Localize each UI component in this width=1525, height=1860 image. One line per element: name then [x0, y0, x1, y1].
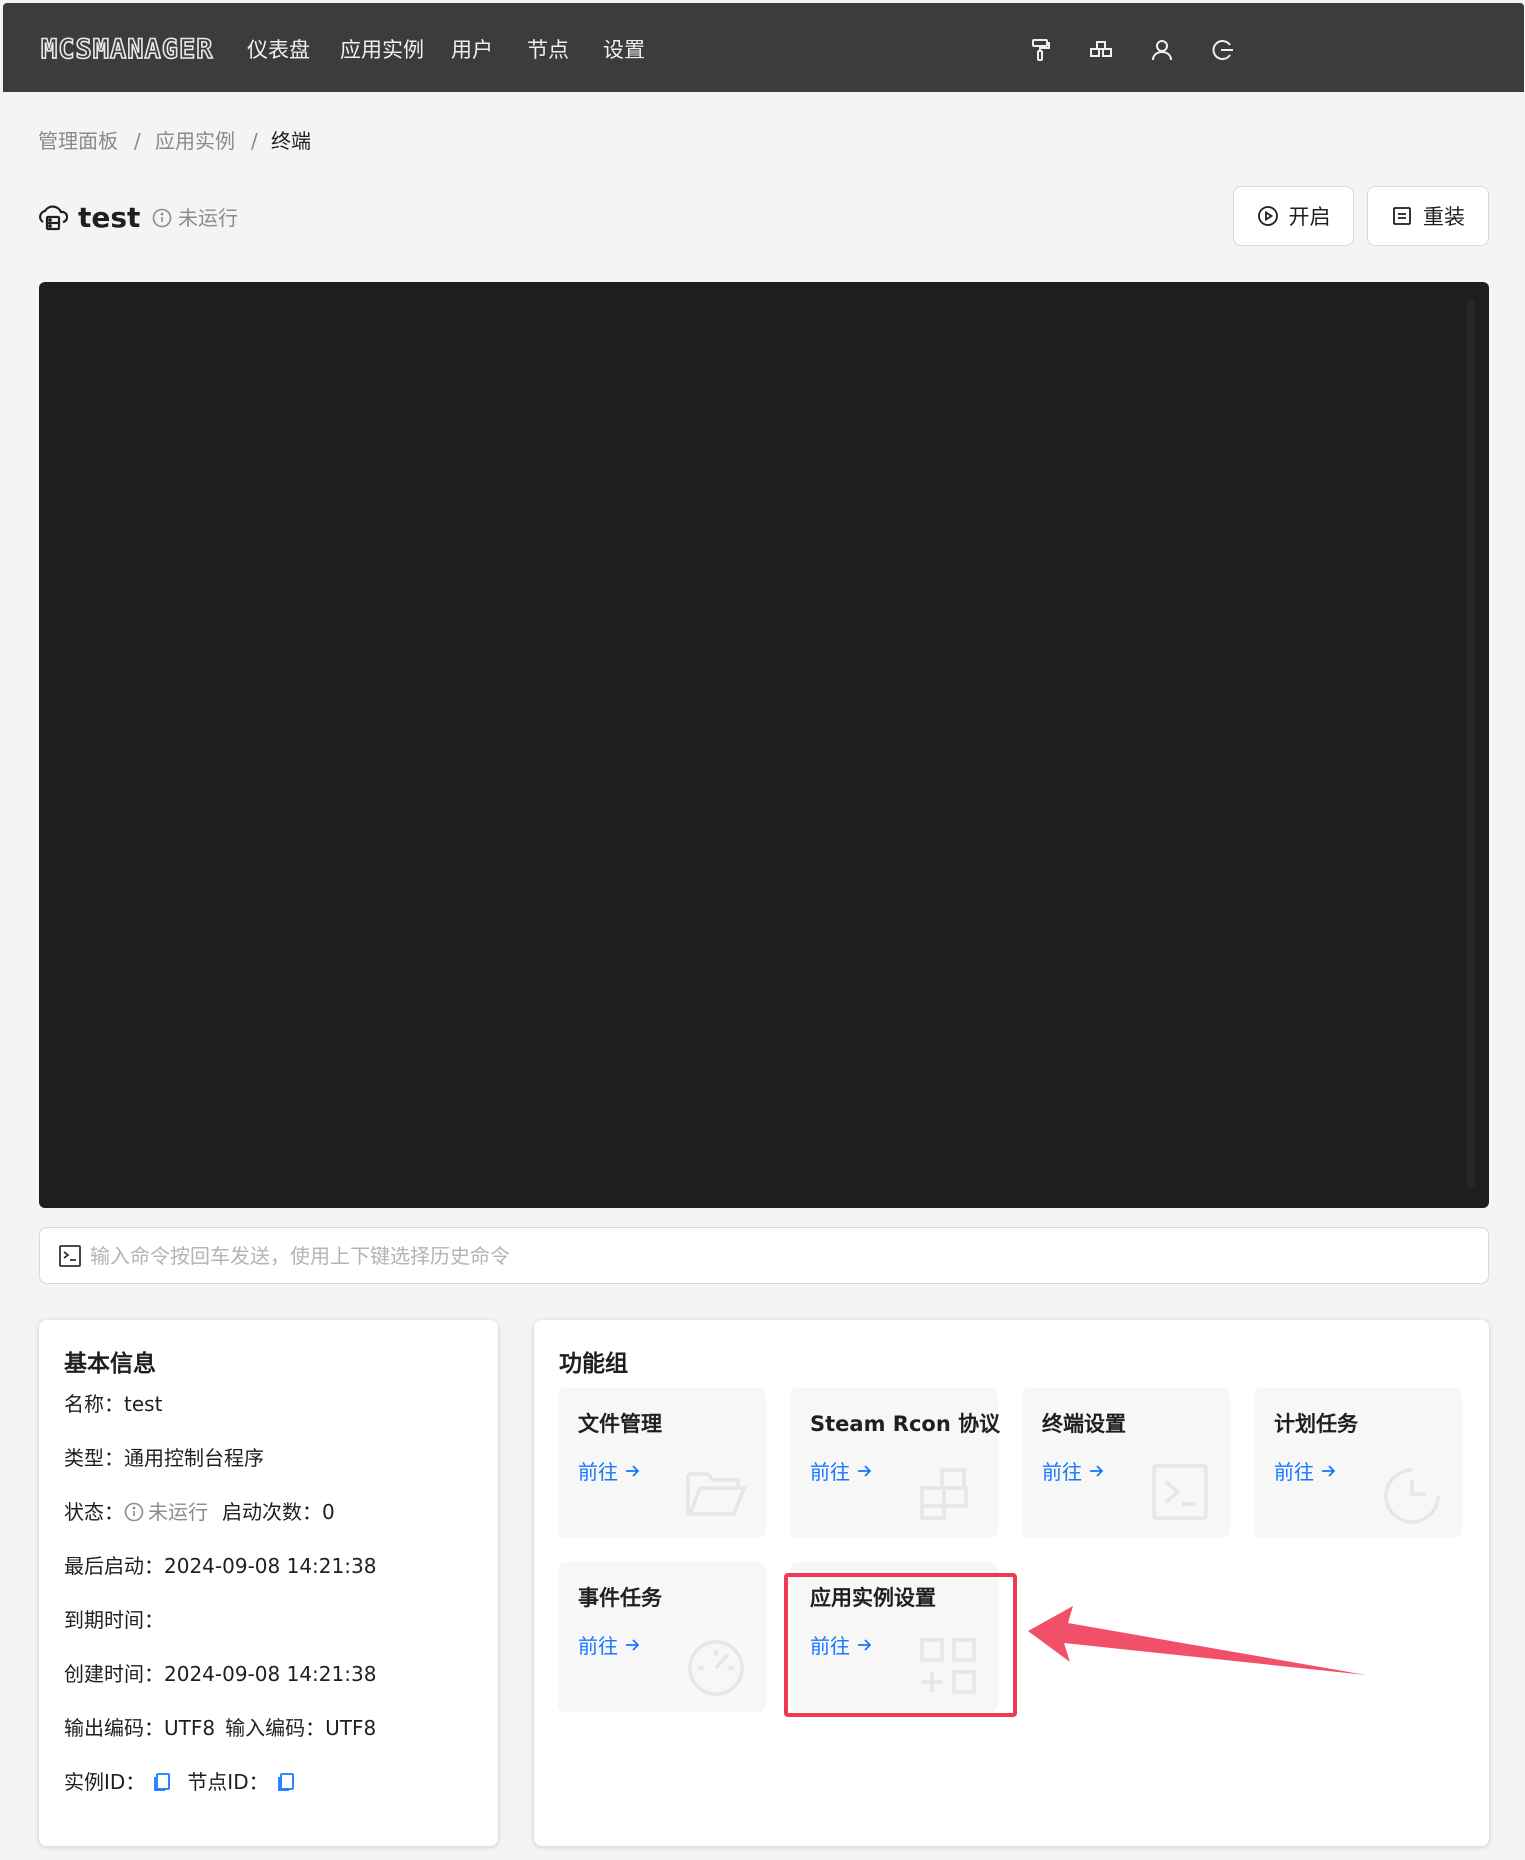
info-name-row: 名称： test: [64, 1390, 162, 1418]
info-encoding-row: 输出编码： UTF8 输入编码： UTF8: [64, 1714, 376, 1742]
terminal-icon: [1152, 1464, 1208, 1520]
paint-roller-icon[interactable]: [1027, 36, 1055, 64]
feature-file-manager[interactable]: 文件管理 前往: [558, 1388, 766, 1538]
copy-node-id-icon[interactable]: [275, 1771, 297, 1793]
info-circle-icon: [152, 208, 172, 228]
breadcrumb-panel[interactable]: 管理面板: [38, 127, 118, 155]
feature-event-tasks[interactable]: 事件任务 前往: [558, 1562, 766, 1712]
annotation-arrow-icon: [1028, 1606, 1366, 1675]
arrow-right-icon: [1322, 1464, 1336, 1477]
instance-status-text: 未运行: [178, 206, 238, 230]
feature-goto-link[interactable]: 前往: [810, 1456, 872, 1485]
nav-users[interactable]: 用户: [451, 33, 493, 67]
info-created-row: 创建时间： 2024-09-08 14:21:38: [64, 1660, 376, 1688]
info-node-id-label: 节点ID：: [187, 1770, 269, 1794]
reinstall-button-label: 重装: [1423, 205, 1465, 229]
folder-icon: [686, 1472, 747, 1516]
arrow-right-icon: [1090, 1464, 1104, 1477]
info-instance-id-label: 实例ID：: [64, 1770, 146, 1794]
info-start-count-value: 0: [322, 1500, 335, 1524]
info-type-label: 类型：: [64, 1446, 124, 1470]
feature-title: 文件管理: [578, 1412, 662, 1436]
basic-info-card: 基本信息 名称： test 类型： 通用控制台程序 状态： 未运行 启动次数： …: [39, 1320, 498, 1846]
feature-goto-link[interactable]: 前往: [578, 1456, 640, 1485]
info-name-label: 名称：: [64, 1392, 124, 1416]
dashboard-icon: [688, 1640, 744, 1696]
feature-goto-link[interactable]: 前往: [578, 1630, 640, 1659]
info-input-encoding-value: UTF8: [325, 1716, 377, 1740]
terminal-prompt-icon: [59, 1245, 81, 1267]
info-expire-label: 到期时间：: [64, 1608, 164, 1632]
info-ids-row: 实例ID： 节点ID：: [64, 1768, 305, 1796]
feature-title: Steam Rcon 协议: [810, 1412, 1001, 1436]
info-last-start-row: 最后启动： 2024-09-08 14:21:38: [64, 1552, 376, 1580]
start-button-label: 开启: [1288, 205, 1331, 229]
arrow-right-icon: [626, 1464, 640, 1477]
info-last-start-value: 2024-09-08 14:21:38: [164, 1554, 377, 1578]
command-input[interactable]: [90, 1238, 1470, 1274]
play-circle-icon: [1257, 206, 1278, 226]
info-status-value: 未运行: [148, 1500, 208, 1524]
info-input-encoding-label: 输入编码：: [225, 1716, 326, 1740]
info-created-label: 创建时间：: [64, 1662, 164, 1686]
arrow-right-icon: [858, 1464, 872, 1477]
cluster-icon[interactable]: [1087, 36, 1115, 64]
breadcrumb-separator: /: [134, 129, 141, 153]
highlight-box: [784, 1573, 1017, 1717]
info-type-row: 类型： 通用控制台程序: [64, 1444, 264, 1472]
feature-goto-label: 前往: [810, 1460, 850, 1484]
nav-nodes[interactable]: 节点: [527, 33, 569, 67]
feature-goto-link[interactable]: 前往: [1042, 1456, 1104, 1485]
terminal-output[interactable]: [39, 282, 1489, 1208]
nav-settings[interactable]: 设置: [603, 33, 645, 67]
instance-name: test: [78, 201, 141, 234]
feature-goto-label: 前往: [578, 1460, 618, 1484]
feature-group-title: 功能组: [559, 1351, 628, 1377]
feature-goto-label: 前往: [1274, 1460, 1314, 1484]
top-navbar: MCSMANAGER 仪表盘 应用实例 用户 节点 设置: [3, 3, 1524, 92]
info-circle-icon: [124, 1502, 144, 1522]
feature-terminal-settings[interactable]: 终端设置 前往: [1022, 1388, 1230, 1538]
nav-instances[interactable]: 应用实例: [340, 33, 424, 67]
feature-scheduled-tasks[interactable]: 计划任务 前往: [1254, 1388, 1462, 1538]
breadcrumb-separator: /: [251, 129, 258, 153]
command-bar: [39, 1227, 1489, 1284]
reinstall-icon: [1393, 207, 1411, 225]
reinstall-button[interactable]: 重装: [1367, 186, 1489, 246]
cloud-server-icon: [38, 203, 69, 233]
start-button[interactable]: 开启: [1233, 186, 1354, 246]
feature-steam-rcon[interactable]: Steam Rcon 协议 前往: [790, 1388, 1001, 1538]
feature-goto-label: 前往: [1042, 1460, 1082, 1484]
breadcrumb-terminal: 终端: [271, 129, 311, 153]
instance-status: 未运行: [152, 203, 238, 233]
feature-title: 事件任务: [578, 1586, 662, 1610]
feature-title: 终端设置: [1042, 1412, 1126, 1436]
app-logo[interactable]: MCSMANAGER: [40, 34, 214, 66]
copy-instance-id-icon[interactable]: [151, 1771, 173, 1793]
clock-icon: [1384, 1468, 1440, 1524]
basic-info-title: 基本信息: [64, 1351, 156, 1377]
blocks-icon: [920, 1468, 968, 1520]
breadcrumb-instances[interactable]: 应用实例: [155, 127, 235, 155]
info-output-encoding-label: 输出编码：: [64, 1716, 164, 1740]
arrow-right-icon: [626, 1638, 640, 1651]
info-status-row: 状态： 未运行 启动次数： 0: [64, 1498, 335, 1526]
info-expire-row: 到期时间：: [64, 1606, 164, 1634]
nav-dashboard[interactable]: 仪表盘: [247, 33, 310, 67]
terminal-scrollbar[interactable]: [1467, 298, 1475, 1188]
info-name-value: test: [124, 1392, 163, 1416]
info-last-start-label: 最后启动：: [64, 1554, 164, 1578]
info-start-count-label: 启动次数：: [222, 1500, 322, 1524]
feature-goto-label: 前往: [578, 1634, 618, 1658]
info-created-value: 2024-09-08 14:21:38: [164, 1662, 377, 1686]
info-output-encoding-value: UTF8: [164, 1716, 216, 1740]
feature-title: 计划任务: [1274, 1412, 1358, 1436]
feature-goto-link[interactable]: 前往: [1274, 1456, 1336, 1485]
user-icon[interactable]: [1148, 36, 1176, 64]
info-type-value: 通用控制台程序: [124, 1446, 264, 1470]
info-status-label: 状态：: [64, 1500, 124, 1524]
logout-icon[interactable]: [1209, 36, 1237, 64]
